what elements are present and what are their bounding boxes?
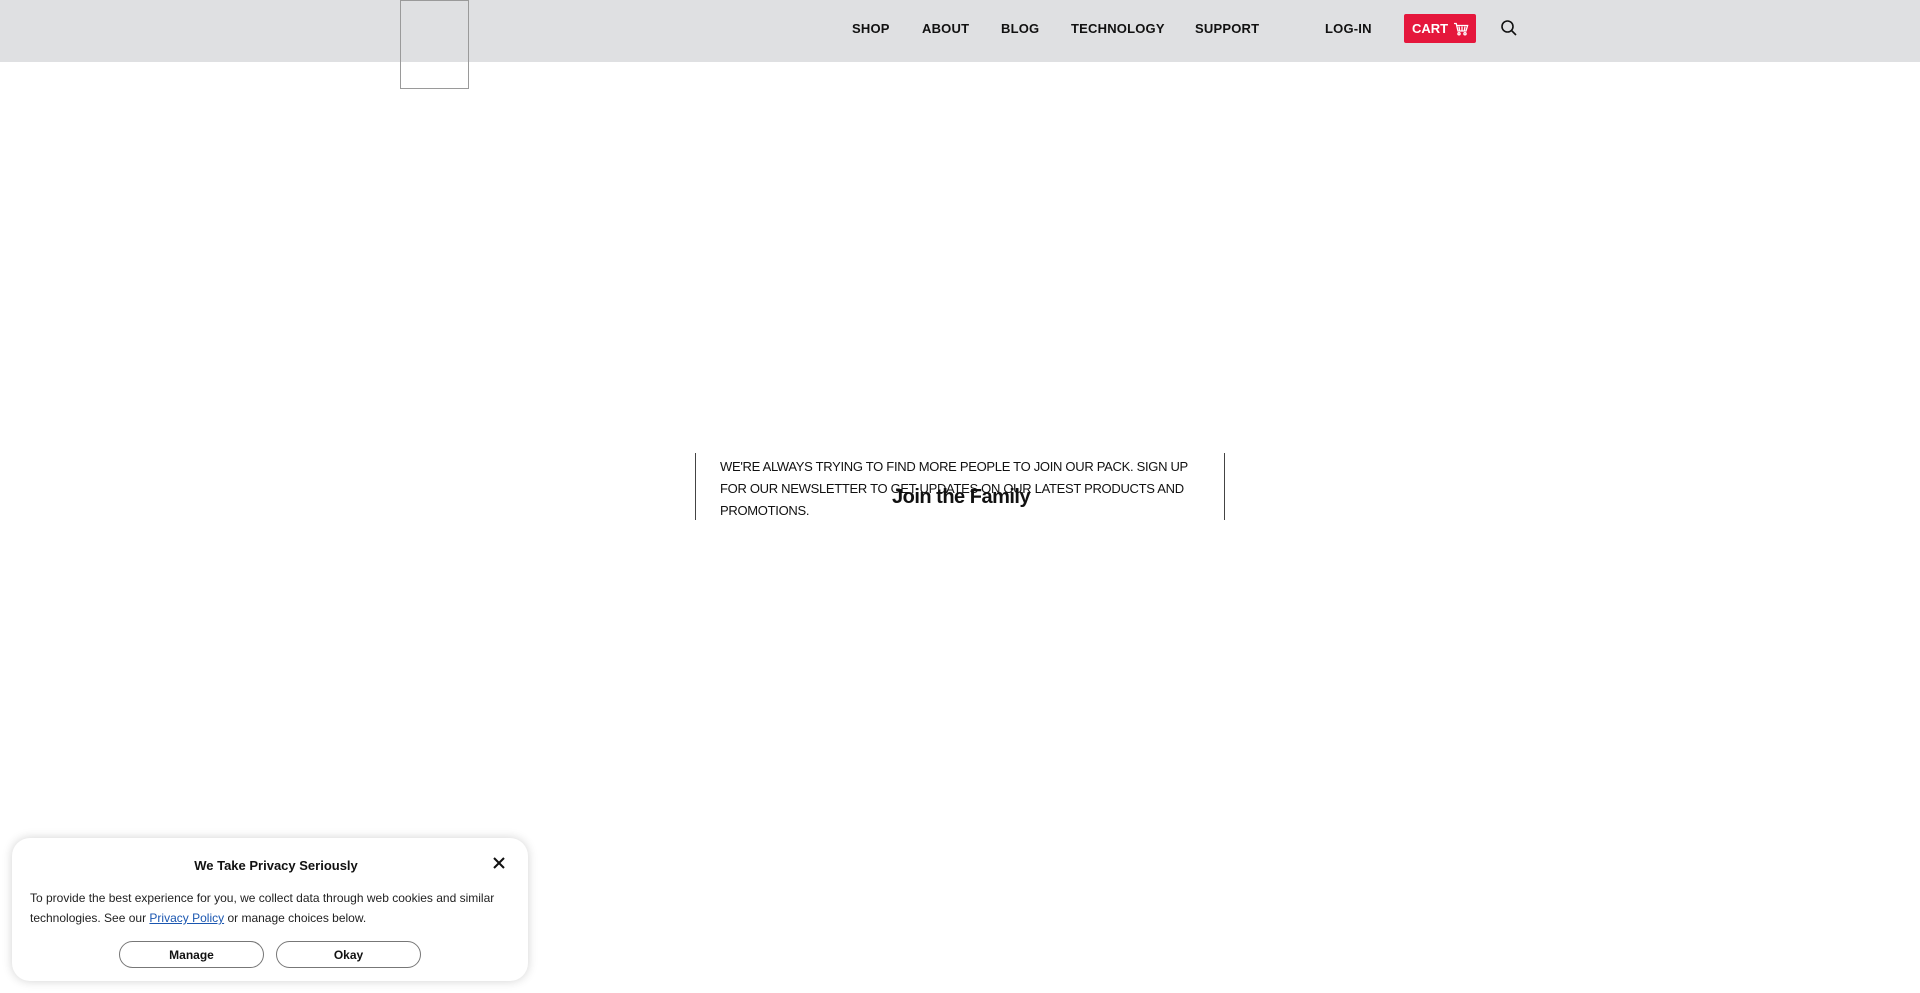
privacy-policy-link[interactable]: Privacy Policy [149,911,224,925]
nav-blog[interactable]: BLOG [1001,21,1039,36]
nav-shop[interactable]: SHOP [852,21,890,36]
main-nav: SHOP ABOUT BLOG TECHNOLOGY SUPPORT LOG-I… [0,0,1920,57]
newsletter-block: We're always trying to find more people … [695,453,1225,520]
search-icon[interactable] [1500,19,1518,37]
nav-technology[interactable]: TECHNOLOGY [1071,21,1165,36]
cart-icon [1453,22,1469,36]
okay-button[interactable]: Okay [276,941,421,968]
logo-placeholder[interactable] [400,0,469,89]
nav-about[interactable]: ABOUT [922,21,969,36]
cart-button[interactable]: CART [1404,14,1476,43]
cart-label: CART [1412,21,1449,36]
manage-button[interactable]: Manage [119,941,264,968]
site-header: SHOP ABOUT BLOG TECHNOLOGY SUPPORT LOG-I… [0,0,1920,89]
privacy-body-text-end: or manage choices below. [224,911,367,925]
privacy-dialog: We Take Privacy Seriously To provide the… [12,838,528,981]
nav-support[interactable]: SUPPORT [1195,21,1259,36]
nav-login[interactable]: LOG-IN [1325,21,1372,36]
privacy-title: We Take Privacy Seriously [194,858,358,873]
newsletter-title: Join the Family [892,486,1031,508]
close-icon[interactable] [492,856,506,870]
privacy-body: To provide the best experience for you, … [30,888,510,928]
